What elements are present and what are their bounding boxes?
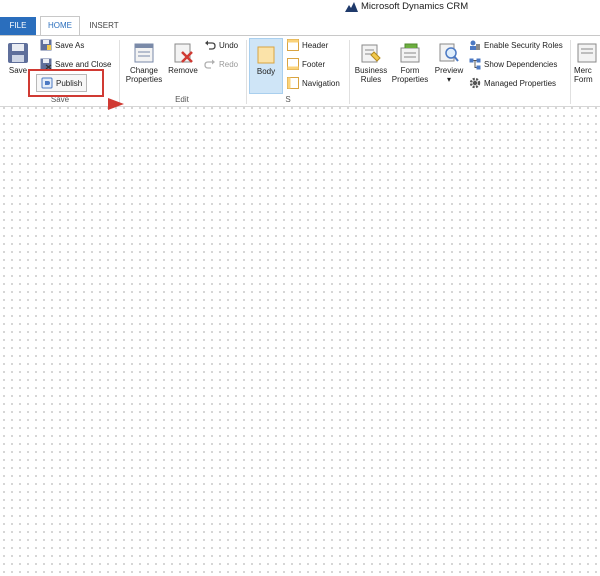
footer-button[interactable]: Footer [287,57,325,71]
save-label: Save [8,66,28,75]
group-label-select: S [285,95,291,104]
undo-icon [205,40,216,50]
form-properties-icon [400,43,420,63]
change-properties-button[interactable]: Change Properties [124,42,164,84]
show-dependencies-button[interactable]: Show Dependencies [469,57,557,71]
preview-button[interactable]: Preview ▾ [432,42,466,84]
change-properties-line2: Properties [125,75,163,84]
business-rules-button[interactable]: Business Rules [353,42,389,84]
redo-icon [204,59,215,69]
save-as-button[interactable]: Save As [40,38,84,52]
merge-forms-icon [577,43,597,63]
form-properties-line2: Properties [391,75,429,84]
form-properties-button[interactable]: Form Properties [390,42,430,84]
body-label: Body [256,67,276,76]
navigation-icon [287,77,299,89]
dependencies-icon [469,58,481,70]
tab-home[interactable]: HOME [40,16,80,36]
brand-title: Microsoft Dynamics CRM [361,1,469,12]
managed-properties-label: Managed Properties [484,78,557,88]
preview-label: Preview [434,66,464,75]
merge-forms-line1: Merc [574,66,592,75]
remove-label: Remove [168,66,198,75]
group-separator [119,40,120,104]
managed-properties-button[interactable]: Managed Properties [469,76,556,90]
group-separator [246,40,247,104]
business-rules-icon [361,44,381,63]
group-separator [570,40,571,104]
publish-highlight-box [28,69,104,97]
group-separator [349,40,350,104]
footer-label: Footer [302,59,326,69]
dynamics-logo-icon [345,1,358,12]
brand: Microsoft Dynamics CRM [345,1,468,12]
enable-security-roles-label: Enable Security Roles [484,40,563,50]
change-properties-line1: Change [129,66,159,75]
security-roles-icon [470,40,480,50]
undo-label: Undo [219,40,239,50]
show-dependencies-label: Show Dependencies [484,59,558,69]
preview-caret-icon: ▾ [446,75,451,84]
tab-file[interactable]: FILE [0,17,36,35]
header-label: Header [302,40,329,50]
business-rules-line2: Rules [360,75,382,84]
body-icon [257,46,275,64]
footer-icon [287,58,299,70]
remove-button[interactable]: Remove [166,42,200,75]
merge-forms-button[interactable]: Merc Form [574,42,600,84]
save-as-label: Save As [55,40,85,50]
header-button[interactable]: Header [287,38,328,52]
tab-insert[interactable]: INSERT [86,17,122,35]
body-button[interactable]: Body [249,38,283,94]
business-rules-line1: Business [354,66,388,75]
merge-forms-line2: Form [574,75,593,84]
form-properties-line1: Form [400,66,420,75]
floppy-disk-icon [8,43,28,63]
redo-button[interactable]: Redo [204,57,238,71]
save-and-close-label: Save and Close [55,59,112,69]
remove-icon [174,43,193,63]
preview-icon [439,43,459,62]
properties-icon [134,43,154,63]
header-icon [287,39,299,51]
save-as-icon [40,39,52,51]
enable-security-roles-button[interactable]: Enable Security Roles [469,38,563,52]
pointer-arrow-icon [108,98,124,110]
undo-button[interactable]: Undo [204,38,238,52]
navigation-label: Navigation [302,78,340,88]
group-label-edit: Edit [175,95,189,104]
gear-icon [469,77,481,89]
redo-label: Redo [219,59,239,69]
navigation-button[interactable]: Navigation [287,76,340,90]
